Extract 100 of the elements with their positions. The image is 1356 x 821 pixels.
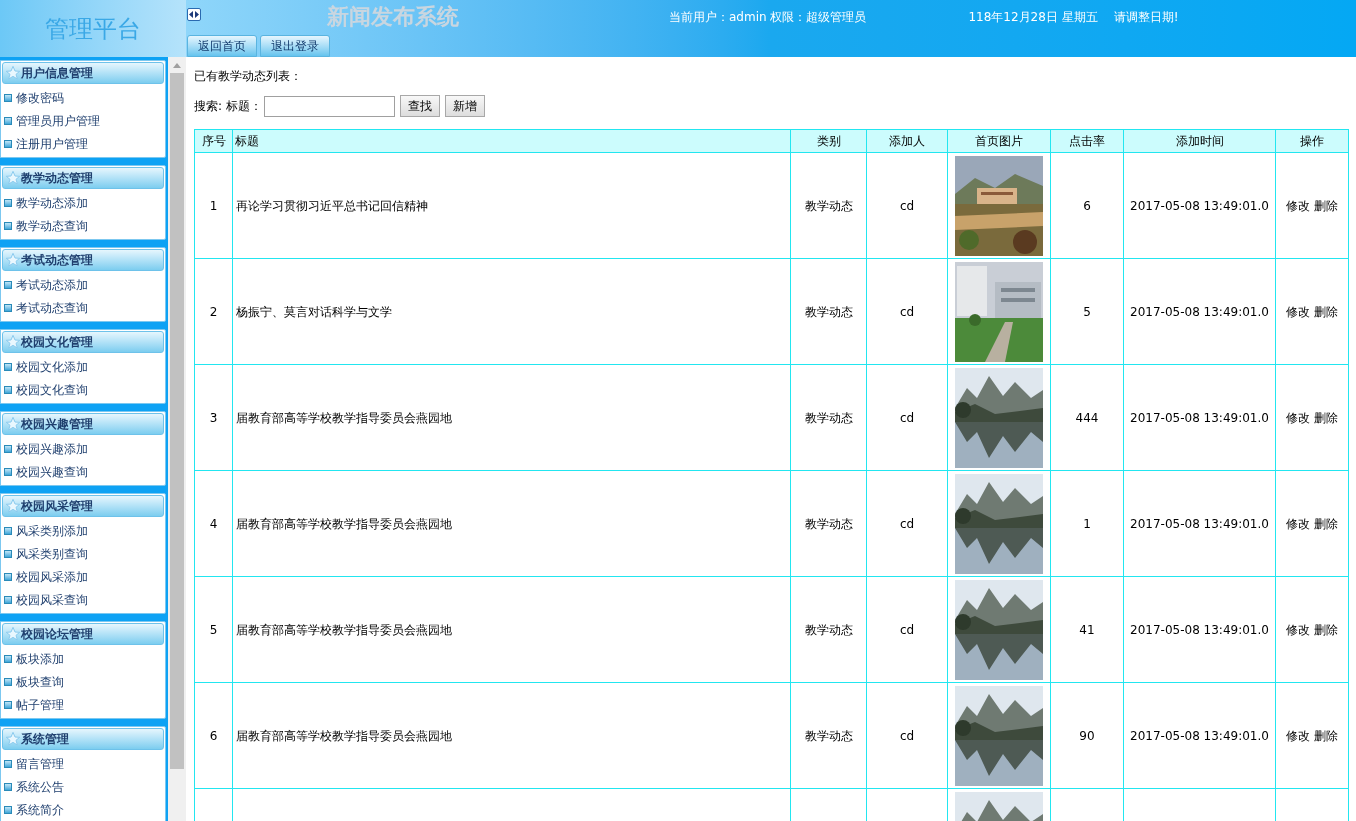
star-icon xyxy=(5,416,21,432)
bullet-icon xyxy=(4,700,12,709)
row-action-link[interactable]: 删除 xyxy=(1314,302,1338,321)
row-action-link[interactable]: 修改 xyxy=(1286,514,1310,533)
bullet-icon xyxy=(4,444,12,453)
list-heading: 已有教学动态列表： xyxy=(194,68,303,83)
system-title: 新闻发布系统 xyxy=(327,5,459,27)
row-action-link[interactable]: 删除 xyxy=(1314,408,1338,427)
menu-group-header[interactable]: 教学动态管理 xyxy=(2,167,164,189)
menu-item[interactable]: 修改密码 xyxy=(16,88,64,107)
row-action-link[interactable]: 修改 xyxy=(1286,196,1310,215)
row-action-link[interactable]: 修改 xyxy=(1286,726,1310,745)
menu-item[interactable]: 注册用户管理 xyxy=(16,134,88,153)
scroll-up-icon[interactable] xyxy=(173,63,181,68)
table-cell: cd xyxy=(866,470,948,577)
title-search-field[interactable] xyxy=(263,95,395,117)
bullet-icon xyxy=(4,595,12,604)
menu-item[interactable]: 教学动态添加 xyxy=(16,193,88,212)
menu-item[interactable]: 校园风采添加 xyxy=(16,567,88,586)
menu-item[interactable]: 校园文化查询 xyxy=(16,380,88,399)
nav-tab[interactable]: 返回首页 xyxy=(187,35,257,57)
row-action-link[interactable]: 删除 xyxy=(1314,620,1338,639)
table-cell: 2017-05-08 13:49:01.0 xyxy=(1123,152,1276,259)
row-action-link[interactable]: 删除 xyxy=(1314,514,1338,533)
table-cell: 教学动态 xyxy=(790,258,867,365)
table-cell: 教学动态 xyxy=(790,682,867,789)
nav-tab[interactable]: 退出登录 xyxy=(260,35,330,57)
row-action-link[interactable]: 修改 xyxy=(1286,408,1310,427)
menu-item[interactable]: 风采类别添加 xyxy=(16,521,88,540)
scrollbar[interactable] xyxy=(168,57,186,821)
menu-item[interactable]: 校园文化添加 xyxy=(16,357,88,376)
menu-group-header[interactable]: 考试动态管理 xyxy=(2,249,164,271)
table-cell: 再论学习贯彻习近平总书记回信精神 xyxy=(232,152,791,259)
menu-group-header[interactable]: 校园兴趣管理 xyxy=(2,413,164,435)
star-icon xyxy=(5,65,21,81)
menu-item[interactable]: 考试动态添加 xyxy=(16,275,88,294)
column-header: 添加时间 xyxy=(1123,129,1276,153)
column-header: 标题 xyxy=(232,129,791,153)
menu-item[interactable]: 帖子管理 xyxy=(16,695,64,714)
menu-item[interactable]: 板块查询 xyxy=(16,672,64,691)
menu-item[interactable]: 风采类别查询 xyxy=(16,544,88,563)
search-toolbar-button[interactable]: 查找 xyxy=(399,95,440,117)
scrollbar-thumb[interactable] xyxy=(170,73,184,769)
star-icon xyxy=(5,498,21,514)
column-header: 首页图片 xyxy=(947,129,1051,153)
bullet-icon xyxy=(4,198,12,207)
search-label: 搜索: 标题： xyxy=(194,98,262,115)
menu-group-header[interactable]: 校园风采管理 xyxy=(2,495,164,517)
menu-group-title: 考试动态管理 xyxy=(21,252,93,269)
menu-item[interactable]: 校园兴趣查询 xyxy=(16,462,88,481)
table-cell: 90 xyxy=(1050,682,1124,789)
table-cell: 教学动态 xyxy=(790,364,867,471)
bullet-icon xyxy=(4,805,12,814)
bullet-icon xyxy=(4,549,12,558)
table-cell: 1 xyxy=(194,152,233,259)
menu-item[interactable]: 板块添加 xyxy=(16,649,64,668)
sidebar-toggle-icon[interactable] xyxy=(187,8,201,21)
menu-item[interactable]: 校园兴趣添加 xyxy=(16,439,88,458)
table-cell: cd xyxy=(866,576,948,683)
menu-group-header[interactable]: 系统管理 xyxy=(2,728,164,750)
row-action-link[interactable]: 删除 xyxy=(1314,726,1338,745)
table-cell: 6 xyxy=(194,682,233,789)
bullet-icon xyxy=(4,654,12,663)
table-cell: 444 xyxy=(1050,364,1124,471)
bullet-icon xyxy=(4,677,12,686)
menu-group-header[interactable]: 校园论坛管理 xyxy=(2,623,164,645)
search-toolbar-button[interactable]: 新增 xyxy=(444,95,485,117)
row-action-link[interactable]: 修改 xyxy=(1286,302,1310,321)
bullet-icon xyxy=(4,303,12,312)
bullet-icon xyxy=(4,526,12,535)
menu-item[interactable]: 留言管理 xyxy=(16,754,64,773)
menu-item[interactable]: 考试动态查询 xyxy=(16,298,88,317)
menu-item[interactable]: 系统简介 xyxy=(16,800,64,819)
current-date: 118年12月28日 星期五 xyxy=(968,9,1098,26)
table-cell: 1 xyxy=(1050,470,1124,577)
table-cell: 届教育部高等学校教学指导委员会燕园地 xyxy=(232,682,791,789)
logo-text: 管理平台 xyxy=(45,13,141,45)
menu-group-header[interactable]: 校园文化管理 xyxy=(2,331,164,353)
menu-item[interactable]: 管理员用户管理 xyxy=(16,111,100,130)
table-cell: 杨振宁、莫言对话科学与文学 xyxy=(232,258,791,365)
bullet-icon xyxy=(4,221,12,230)
table-cell: 2017-05-08 13:49:01.0 xyxy=(1123,576,1276,683)
table-cell: 41 xyxy=(1050,576,1124,683)
menu-item[interactable]: 教学动态查询 xyxy=(16,216,88,235)
table-cell: 教学动态 xyxy=(790,470,867,577)
menu-group-title: 用户信息管理 xyxy=(21,65,93,82)
row-action-link[interactable]: 修改 xyxy=(1286,620,1310,639)
user-info: 当前用户：admin 权限：超级管理员 xyxy=(669,9,867,26)
menu-group-title: 校园文化管理 xyxy=(21,334,93,351)
menu-group-header[interactable]: 用户信息管理 xyxy=(2,62,164,84)
menu-group-title: 校园风采管理 xyxy=(21,498,93,515)
row-action-link[interactable]: 删除 xyxy=(1314,196,1338,215)
bullet-icon xyxy=(4,467,12,476)
menu-group-title: 系统管理 xyxy=(21,731,69,748)
bullet-icon xyxy=(4,93,12,102)
menu-item[interactable]: 校园风采查询 xyxy=(16,590,88,609)
menu-item[interactable]: 系统公告 xyxy=(16,777,64,796)
table-cell: 2017-05-08 13:49:01.0 xyxy=(1123,364,1276,471)
bullet-icon xyxy=(4,759,12,768)
star-icon xyxy=(5,626,21,642)
